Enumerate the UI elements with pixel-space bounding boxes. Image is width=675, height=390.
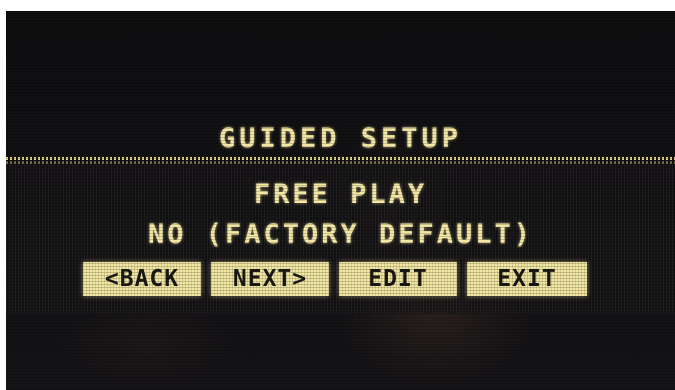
setting-value: NO (FACTORY DEFAULT)	[147, 219, 534, 250]
title-divider	[6, 157, 675, 160]
screen-title: GUIDED SETUP	[218, 123, 463, 154]
button-row: <BACK NEXT> EDIT EXIT	[83, 262, 587, 296]
edit-button[interactable]: EDIT	[339, 262, 457, 296]
back-button[interactable]: <BACK	[83, 262, 201, 296]
next-button[interactable]: NEXT>	[211, 262, 329, 296]
exit-button[interactable]: EXIT	[467, 262, 587, 296]
game-display-screen: GUIDED SETUP FREE PLAY NO (FACTORY DEFAU…	[6, 11, 675, 390]
setting-name: FREE PLAY	[253, 179, 428, 210]
